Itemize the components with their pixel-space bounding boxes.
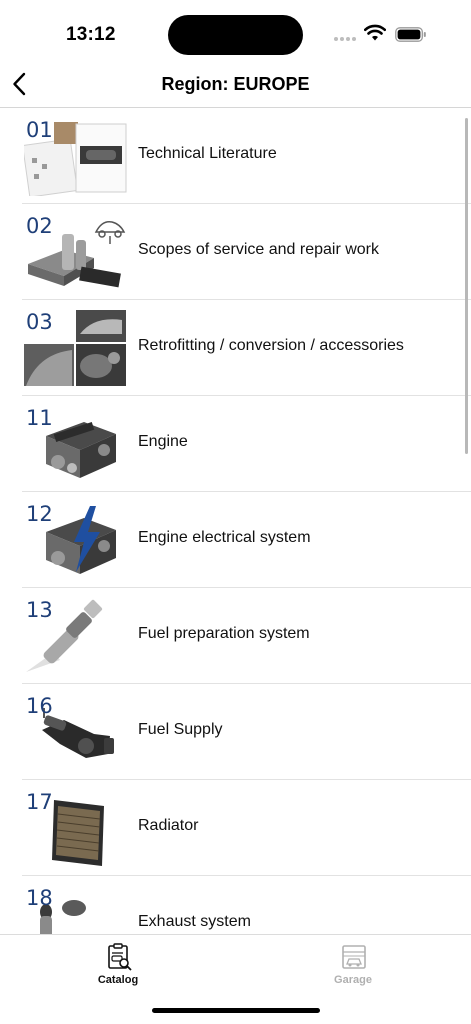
dynamic-island (168, 15, 303, 55)
item-label: Retrofitting / conversion / accessories (138, 337, 404, 354)
catalog-icon (108, 943, 132, 971)
list-item[interactable]: 13 Fuel preparation system (0, 588, 471, 684)
item-label: Radiator (138, 817, 199, 834)
page-title: Region: EUROPE (161, 74, 310, 94)
list-item[interactable]: 02 Scopes of service and repair work (0, 204, 471, 300)
radiator-thumb: 17 (24, 790, 128, 868)
garage-icon (342, 945, 366, 969)
scroll-indicator[interactable] (465, 118, 468, 454)
item-number: 01 (26, 118, 53, 142)
item-label: Fuel Supply (138, 721, 223, 738)
item-label: Exhaust system (138, 913, 251, 930)
list-item[interactable]: 11 Engine (0, 396, 471, 492)
list-item[interactable]: 17 Radiator (0, 780, 471, 876)
list-item[interactable]: 01 Technical Literature (0, 108, 471, 204)
item-number: 03 (26, 310, 53, 334)
item-number: 16 (26, 694, 53, 718)
item-label: Scopes of service and repair work (138, 241, 379, 258)
home-indicator[interactable] (152, 1008, 320, 1013)
wifi-icon (364, 24, 386, 41)
fuel-supply-thumb: 16 (24, 694, 128, 772)
tab-catalog[interactable]: Catalog (58, 941, 178, 993)
engine-thumb: 11 (24, 406, 128, 484)
cellular-signal-icon (334, 37, 358, 43)
navigation-bar: Region: EUROPE (0, 62, 471, 108)
battery-icon (395, 27, 426, 42)
item-number: 12 (26, 502, 53, 526)
engine-electrical-thumb: 12 (24, 502, 128, 580)
item-label: Engine (138, 433, 188, 450)
item-label: Engine electrical system (138, 529, 311, 546)
item-number: 17 (26, 790, 53, 814)
status-time: 13:12 (66, 24, 116, 45)
item-label: Fuel preparation system (138, 625, 310, 642)
list-item[interactable]: 18 Exhaust system (0, 876, 471, 934)
catalog-list[interactable]: 01 Technical Literature 02 Scopes of ser… (0, 108, 471, 934)
tab-garage[interactable]: Garage (293, 941, 413, 993)
status-bar: 13:12 (0, 0, 471, 62)
tab-garage-label: Garage (334, 974, 372, 986)
list-item[interactable]: 12 Engine electrical system (0, 492, 471, 588)
item-number: 13 (26, 598, 53, 622)
item-number: 02 (26, 214, 53, 238)
tab-catalog-label: Catalog (97, 974, 139, 986)
retrofitting-thumb: 03 (24, 310, 128, 388)
list-item[interactable]: 03 Retrofitting / conversion / accessori… (0, 300, 471, 396)
list-item[interactable]: 16 Fuel Supply (0, 684, 471, 780)
fuel-injector-thumb: 13 (24, 598, 128, 676)
technical-literature-thumb: 01 (22, 118, 128, 198)
service-scope-thumb: 02 (24, 214, 128, 292)
item-label: Technical Literature (138, 145, 277, 162)
item-number: 18 (26, 886, 53, 910)
exhaust-thumb: 18 (24, 886, 128, 934)
item-number: 11 (26, 406, 53, 430)
